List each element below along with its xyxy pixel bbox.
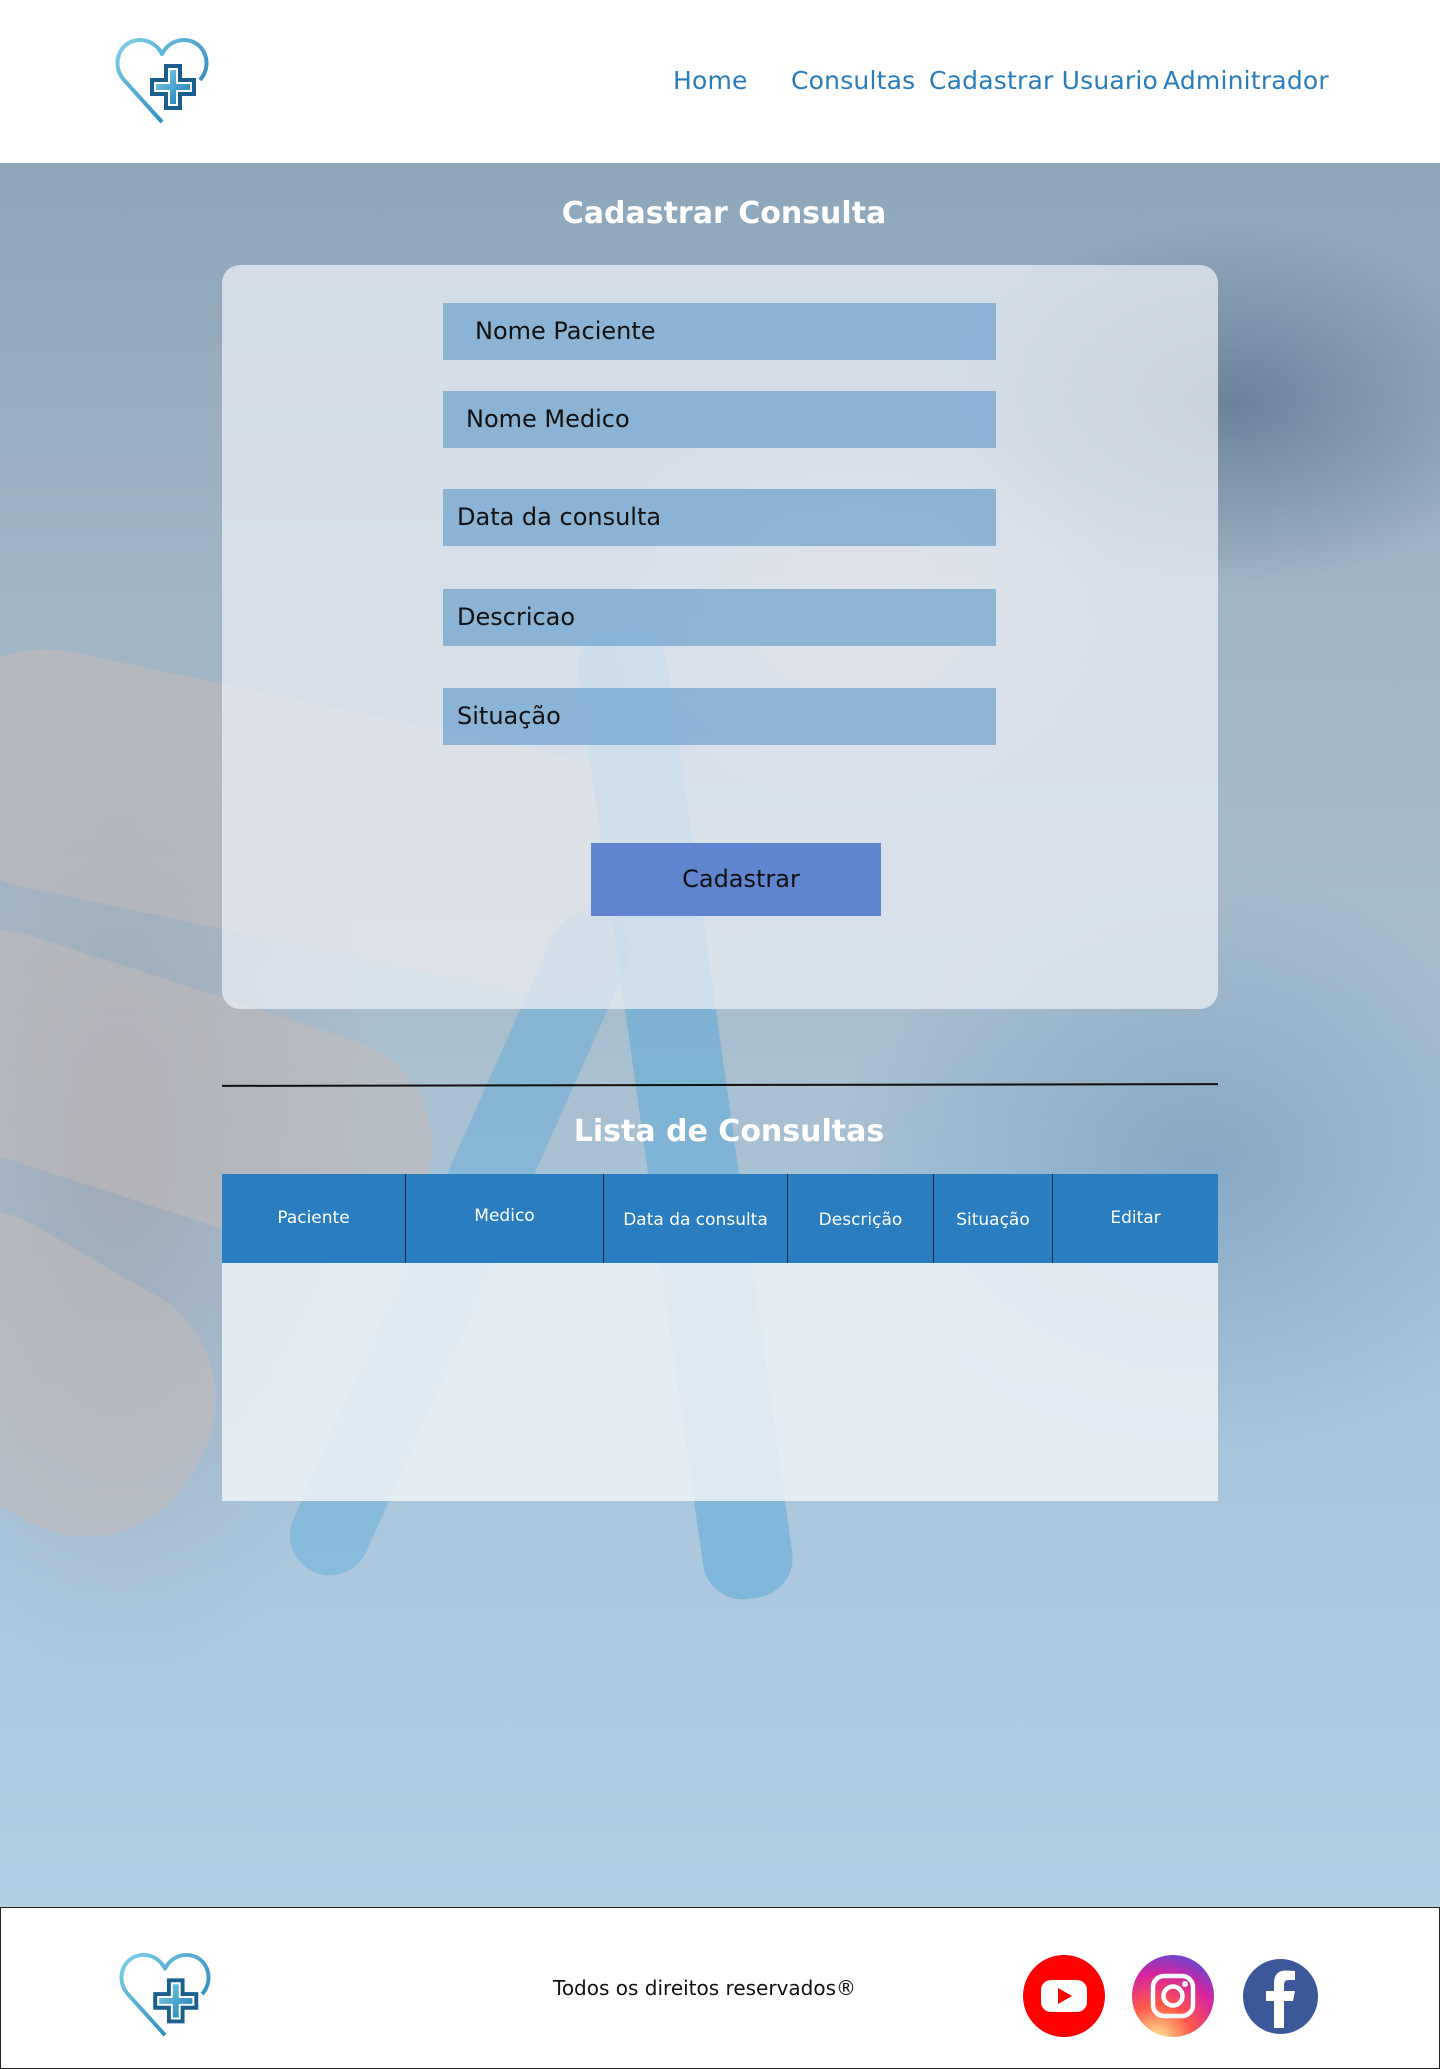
site-footer: Todos os direitos reservados® <box>0 1907 1440 2069</box>
instagram-icon[interactable] <box>1132 1955 1214 2037</box>
nav-administrador[interactable]: Adminitrador <box>1163 66 1329 95</box>
table-header: Paciente Medico Data da consulta Descriç… <box>222 1174 1218 1263</box>
column-header-descricao: Descrição <box>788 1174 934 1263</box>
copyright-text: Todos os direitos reservados® <box>553 1976 857 2000</box>
column-header-medico: Medico <box>406 1174 604 1263</box>
nav-consultas[interactable]: Consultas <box>791 66 915 95</box>
column-header-data: Data da consulta <box>604 1174 788 1263</box>
consultation-date-input[interactable]: Data da consulta <box>443 489 996 546</box>
site-header: Home Consultas Cadastrar Usuario Adminit… <box>0 0 1440 163</box>
description-input[interactable]: Descricao <box>443 589 996 646</box>
heart-plus-icon <box>118 1951 212 2041</box>
main-nav: Home Consultas Cadastrar Usuario Adminit… <box>0 66 1440 106</box>
facebook-icon[interactable] <box>1243 1959 1318 2034</box>
nav-cadastrar-usuario[interactable]: Cadastrar Usuario <box>929 66 1158 95</box>
list-title: Lista de Consultas <box>573 1114 885 1149</box>
table-body <box>222 1263 1218 1501</box>
patient-name-input[interactable]: Nome Paciente <box>443 303 996 360</box>
column-header-situacao: Situação <box>934 1174 1053 1263</box>
column-header-paciente: Paciente <box>222 1174 406 1263</box>
form-title: Cadastrar Consulta <box>561 196 887 231</box>
column-header-editar: Editar <box>1110 1208 1161 1228</box>
nav-home[interactable]: Home <box>673 66 748 95</box>
doctor-name-input[interactable]: Nome Medico <box>443 391 996 448</box>
status-input[interactable]: Situação <box>443 688 996 745</box>
submit-button[interactable]: Cadastrar <box>591 843 881 916</box>
youtube-icon[interactable] <box>1023 1955 1105 2037</box>
